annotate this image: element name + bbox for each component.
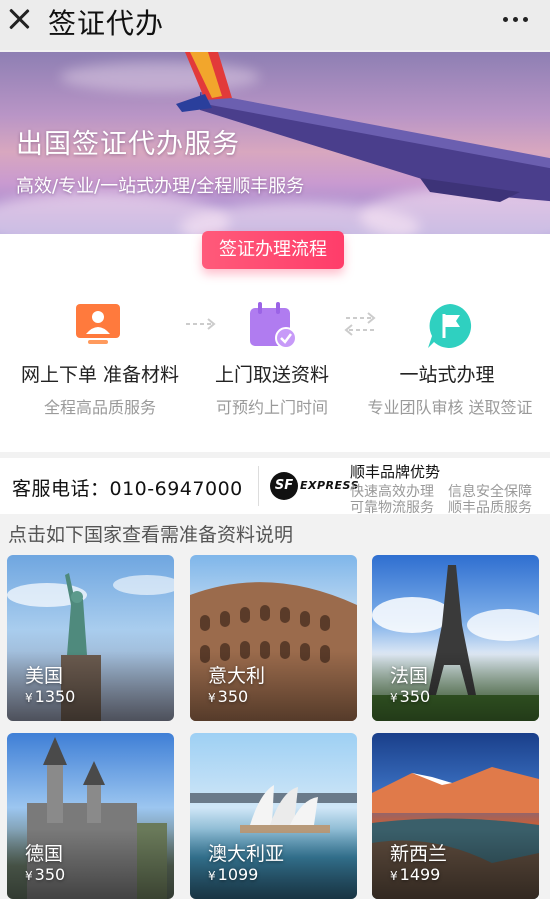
page-title: 签证代办	[48, 7, 165, 40]
country-card-italy[interactable]: 意大利 ¥350	[190, 555, 357, 721]
banner-title: 出国签证代办服务	[16, 129, 240, 160]
top-nav-bar: 签证代办	[0, 0, 550, 50]
close-icon[interactable]	[6, 6, 32, 32]
country-price: ¥350	[208, 687, 249, 706]
banner-subtitle: 高效/专业/一站式办理/全程顺丰服务	[16, 176, 305, 197]
step-2-title: 上门取送资料	[214, 364, 329, 386]
section-heading: 点击如下国家查看需准备资料说明	[8, 524, 294, 546]
sf-feature: 顺丰品质服务	[448, 500, 532, 516]
more-dots-icon[interactable]	[503, 17, 528, 22]
country-price: ¥1099	[208, 865, 259, 884]
country-price: ¥350	[390, 687, 431, 706]
step-1-title: 网上下单 准备材料	[20, 364, 180, 386]
country-name: 美国	[25, 665, 64, 687]
country-name: 澳大利亚	[208, 843, 285, 865]
dashed-arrow-icon	[186, 318, 216, 330]
sf-logo-icon: SF	[270, 472, 298, 500]
sf-feature: 可靠物流服务	[350, 500, 434, 516]
service-strip: 客服电话：010-6947000 SF EXPRESS 顺丰品牌优势 快速高效办…	[0, 458, 550, 516]
visa-process-button[interactable]: 签证办理流程	[202, 231, 344, 269]
country-price: ¥350	[25, 865, 66, 884]
hero-banner: 出国签证代办服务 高效/专业/一站式办理/全程顺丰服务	[0, 52, 550, 234]
country-price: ¥1350	[25, 687, 76, 706]
country-card-usa[interactable]: 美国 ¥1350	[7, 555, 174, 721]
divider	[258, 466, 259, 506]
country-price: ¥1499	[390, 865, 441, 884]
step-3-title: 一站式办理	[399, 364, 495, 386]
country-name: 法国	[390, 665, 429, 687]
country-card-new-zealand[interactable]: 新西兰 ¥1499	[372, 733, 539, 899]
process-section: 签证办理流程 网上下单 准备材料 全程高品质服务 上门取送资料 可预约上门时间 …	[0, 231, 550, 452]
sf-brand-title: 顺丰品牌优势	[350, 463, 441, 481]
flag-chat-icon	[428, 304, 472, 348]
country-name: 新西兰	[390, 843, 448, 865]
country-card-germany[interactable]: 德国 ¥350	[7, 733, 174, 899]
exchange-arrows-icon	[344, 312, 376, 336]
country-card-australia[interactable]: 澳大利亚 ¥1099	[190, 733, 357, 899]
country-name: 德国	[25, 843, 64, 865]
step-3-desc: 专业团队审核 送取签证	[367, 398, 533, 417]
country-name: 意大利	[208, 665, 266, 687]
calendar-check-icon	[250, 302, 297, 349]
country-card-france[interactable]: 法国 ¥350	[372, 555, 539, 721]
monitor-user-icon	[76, 304, 120, 344]
customer-service-phone[interactable]: 客服电话：010-6947000	[12, 474, 243, 501]
